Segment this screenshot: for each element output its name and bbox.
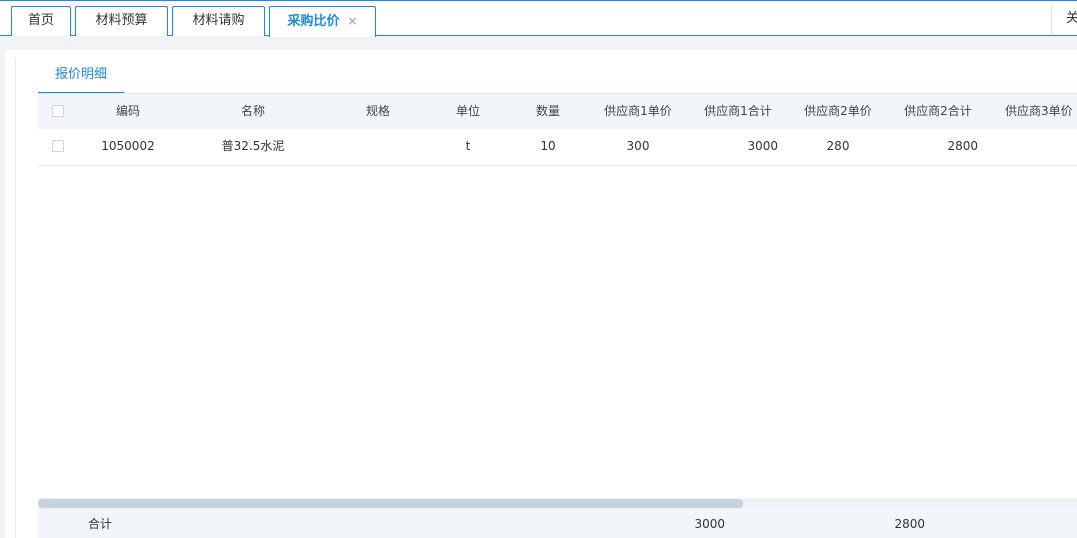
summary-supplier1-total: 3000	[694, 517, 725, 531]
summary-label: 合计	[88, 517, 112, 531]
table-footer-summary: 合计 3000 2800	[38, 509, 1077, 538]
column-header[interactable]: 数量	[518, 94, 578, 129]
cell-code: 1050002	[101, 139, 155, 153]
select-all-checkbox[interactable]	[52, 105, 64, 117]
row-checkbox[interactable]	[52, 140, 64, 152]
close-icon[interactable]: ×	[347, 7, 357, 35]
column-header[interactable]: 供应商1单价	[593, 94, 683, 129]
tab-label: 材料请购	[192, 13, 245, 28]
table-header: 编码 名称 规格 单位 数量 供应商1单价 供应商1合计 供应商2单价 供应商2…	[38, 94, 1077, 130]
column-header[interactable]: 编码	[88, 94, 168, 129]
tab-label: 采购比价	[287, 14, 340, 29]
horizontal-scrollbar-thumb[interactable]	[38, 499, 743, 508]
cell-quantity: 10	[540, 139, 556, 153]
close-tabs-button[interactable]: 关	[1051, 5, 1077, 35]
tab-home[interactable]: 首页	[11, 6, 71, 36]
cell-unit: t	[465, 139, 471, 153]
close-tabs-label: 关	[1066, 11, 1077, 26]
column-header[interactable]: 供应商2合计	[893, 94, 983, 129]
tab-label: 首页	[27, 13, 54, 28]
cell-supplier3-price	[993, 129, 1077, 164]
column-header[interactable]: 供应商3单价	[993, 94, 1077, 129]
tab-purchase-comparison[interactable]: 采购比价 ×	[269, 6, 376, 37]
table-row[interactable]: 1050002 普32.5水泥 t 10 300 3000 280 2800	[38, 129, 1077, 166]
cell-supplier1-price: 300	[626, 139, 650, 153]
tab-material-budget[interactable]: 材料预算	[75, 6, 168, 36]
column-header[interactable]: 供应商2单价	[793, 94, 883, 129]
panel-left-rail	[5, 58, 16, 538]
cell-spec	[338, 129, 418, 164]
cell-supplier2-total: 2800	[947, 139, 978, 153]
cell-supplier2-price: 280	[826, 139, 850, 153]
column-header[interactable]: 名称	[213, 94, 293, 129]
summary-supplier2-total: 2800	[894, 517, 925, 531]
column-header[interactable]: 规格	[338, 94, 418, 129]
column-header[interactable]: 单位	[438, 94, 498, 129]
tab-material-request[interactable]: 材料请购	[172, 6, 265, 36]
tab-quote-details[interactable]: 报价明细	[38, 58, 124, 94]
tab-label: 材料预算	[95, 13, 148, 28]
cell-supplier1-total: 3000	[747, 139, 778, 153]
cell-name: 普32.5水泥	[221, 139, 285, 153]
subtab-label: 报价明细	[54, 67, 107, 82]
column-header[interactable]: 供应商1合计	[693, 94, 783, 129]
